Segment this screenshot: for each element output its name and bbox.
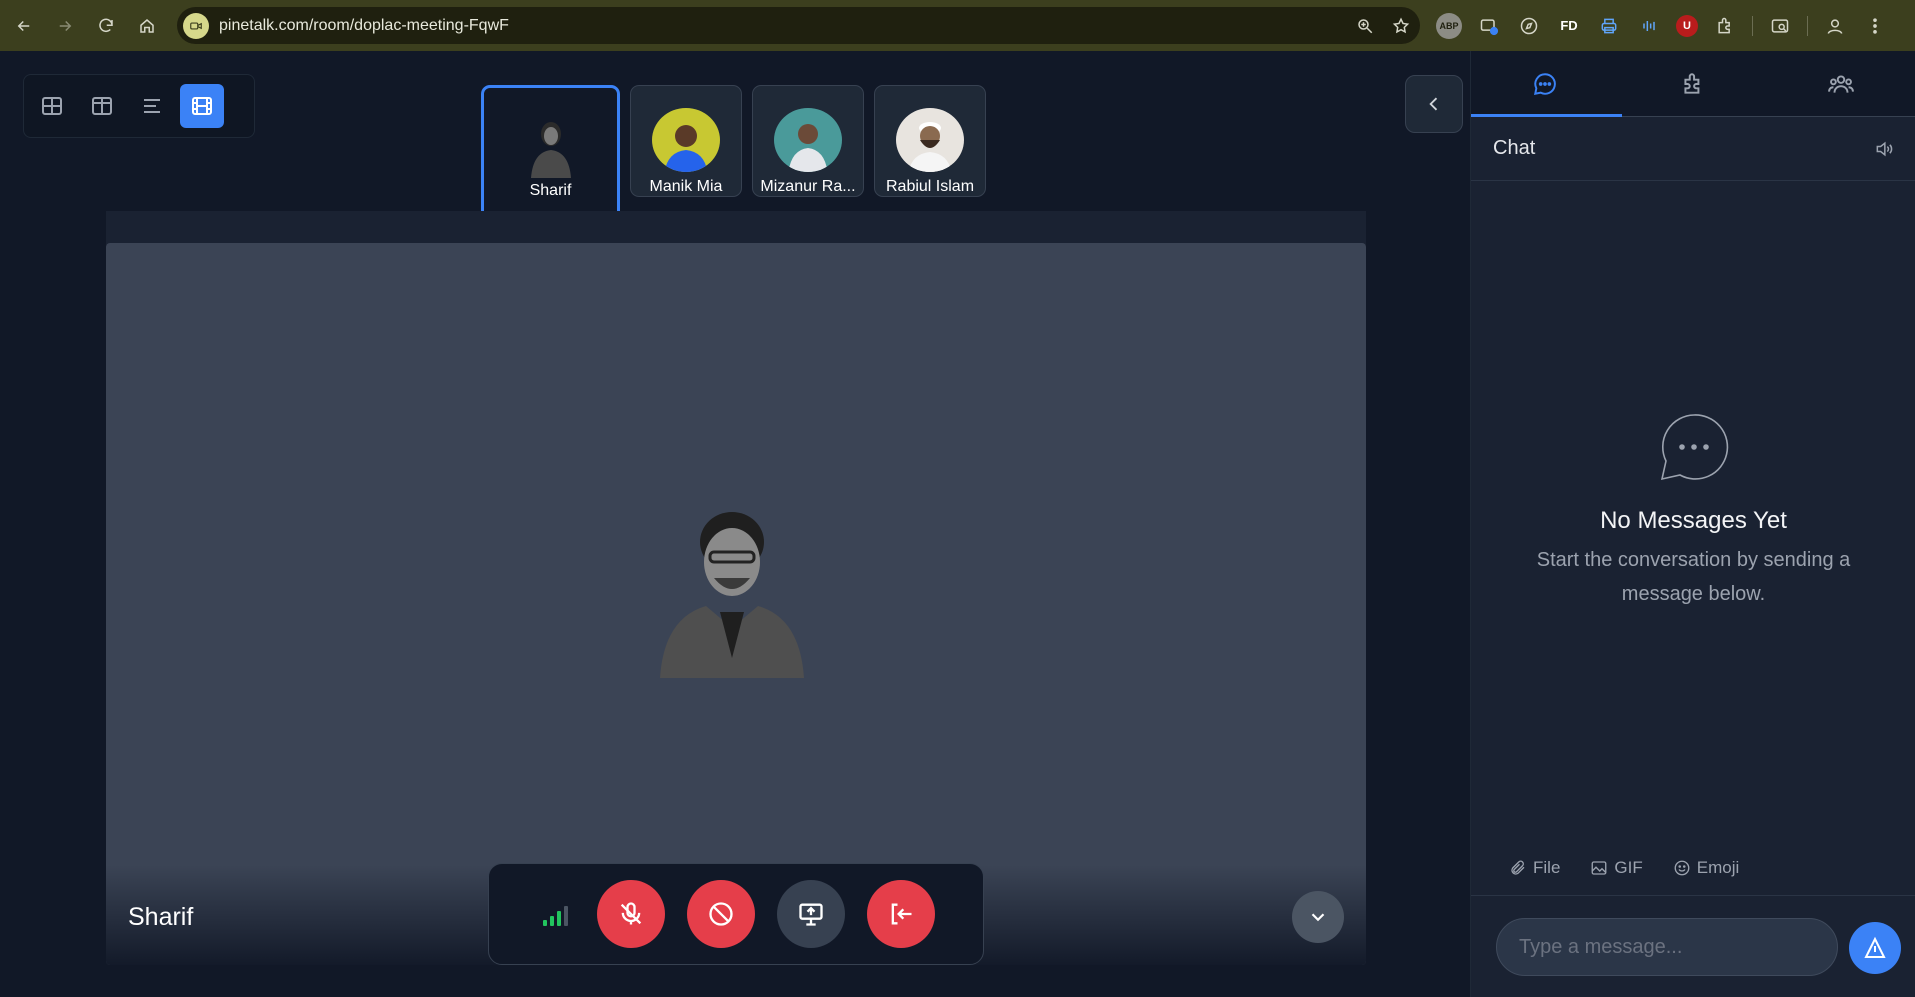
- participant-tile-manik[interactable]: Manik Mia: [630, 85, 742, 197]
- attach-file-label: File: [1533, 858, 1561, 877]
- empty-chat-title: No Messages Yet: [1600, 507, 1787, 534]
- stage-header-band: [106, 211, 1366, 245]
- screen-share-icon: [799, 903, 823, 926]
- people-icon: [1828, 74, 1854, 93]
- toolbar-divider: [1752, 15, 1753, 36]
- split-icon: [92, 97, 112, 115]
- profile-avatar-icon[interactable]: [1822, 13, 1848, 39]
- collapse-panel-button[interactable]: [1405, 75, 1463, 133]
- tab-people[interactable]: [1767, 51, 1915, 116]
- screen-share-button[interactable]: [777, 880, 845, 948]
- layout-switcher: [23, 74, 255, 138]
- participant-tile-mizanur[interactable]: Mizanur Ra...: [752, 85, 864, 197]
- more-options-button[interactable]: [1292, 891, 1344, 943]
- call-controls-bar: [488, 863, 984, 965]
- url-text: pinetalk.com/room/doplac-meeting-FqwF: [219, 16, 509, 34]
- meeting-area: Sharif Manik Mia Mizanur Ra... Rabiul Is…: [0, 51, 1470, 997]
- empty-chat-state: No Messages Yet Start the conversation b…: [1471, 409, 1915, 611]
- chat-title: Chat: [1493, 137, 1536, 159]
- grid-layout-button[interactable]: [30, 84, 74, 128]
- reload-button[interactable]: [86, 6, 126, 46]
- forward-button[interactable]: [45, 6, 85, 46]
- browser-toolbar: pinetalk.com/room/doplac-meeting-FqwF AB…: [0, 0, 1915, 51]
- spotlight-layout-button[interactable]: [180, 84, 224, 128]
- network-signal-icon: [535, 894, 575, 934]
- bookmark-star-icon[interactable]: [1392, 17, 1410, 35]
- speaker-name-label: Sharif: [128, 903, 194, 931]
- compass-extension-icon[interactable]: [1516, 13, 1542, 39]
- tab-search-icon[interactable]: [1767, 13, 1793, 39]
- more-menu-icon[interactable]: [1862, 13, 1888, 39]
- message-input[interactable]: [1496, 918, 1838, 976]
- attach-emoji-button[interactable]: Emoji: [1673, 858, 1740, 878]
- camera-toggle-button[interactable]: [687, 880, 755, 948]
- mic-off-icon: [620, 902, 642, 925]
- attach-gif-button[interactable]: GIF: [1590, 858, 1643, 878]
- list-icon: [144, 99, 160, 113]
- audio-extension-icon[interactable]: [1636, 13, 1662, 39]
- puzzle-extension-icon[interactable]: [1712, 13, 1738, 39]
- chat-bubble-icon: [1534, 72, 1556, 95]
- participant-name: Rabiul Islam: [885, 178, 975, 195]
- chevron-left-icon: [1429, 97, 1438, 111]
- avatar: [521, 118, 581, 178]
- fd-extension-icon[interactable]: FD: [1556, 13, 1582, 39]
- list-layout-button[interactable]: [130, 84, 174, 128]
- attachment-options: File GIF Emoji: [1509, 858, 1739, 878]
- side-panel: Chat No Messages Yet Start the conversat…: [1470, 51, 1915, 997]
- participant-name: Manik Mia: [649, 178, 723, 195]
- speaker-volume-icon[interactable]: [1874, 139, 1894, 159]
- send-message-button[interactable]: [1849, 922, 1901, 974]
- attach-emoji-label: Emoji: [1696, 858, 1740, 877]
- chevron-down-icon: [1311, 913, 1325, 922]
- reload-icon: [99, 18, 113, 32]
- participant-strip: Sharif Manik Mia Mizanur Ra... Rabiul Is…: [481, 85, 986, 224]
- participant-name: Mizanur Ra...: [760, 178, 856, 195]
- leave-call-button[interactable]: [867, 880, 935, 948]
- site-camera-icon: [183, 12, 209, 39]
- send-icon: [1864, 936, 1886, 958]
- paperclip-icon: [1511, 860, 1525, 875]
- tab-extensions[interactable]: [1619, 51, 1767, 116]
- speaker-avatar: [656, 508, 808, 678]
- grid-icon: [42, 97, 62, 115]
- film-icon: [192, 97, 212, 115]
- leave-icon: [891, 903, 912, 925]
- participant-tile-sharif[interactable]: Sharif: [481, 85, 620, 224]
- image-icon: [1591, 861, 1607, 875]
- home-button[interactable]: [127, 6, 167, 46]
- participant-tile-rabiul[interactable]: Rabiul Islam: [874, 85, 986, 197]
- block-icon: [709, 902, 733, 926]
- arrow-left-icon: [17, 20, 30, 31]
- chat-empty-icon: [1656, 409, 1732, 485]
- main-video-stage: Sharif: [106, 243, 1366, 965]
- participant-name: Sharif: [529, 182, 572, 199]
- address-bar[interactable]: pinetalk.com/room/doplac-meeting-FqwF: [177, 7, 1420, 44]
- printer-extension-icon[interactable]: [1596, 13, 1622, 39]
- puzzle-icon: [1684, 72, 1700, 94]
- avatar: [652, 108, 720, 172]
- side-panel-tabs: [1471, 51, 1915, 117]
- empty-chat-subtitle: Start the conversation by sending a mess…: [1536, 549, 1851, 605]
- attach-file-button[interactable]: File: [1509, 858, 1560, 878]
- message-composer: File GIF Emoji: [1471, 858, 1915, 997]
- avatar: [896, 108, 964, 172]
- ublock-extension-icon[interactable]: U: [1676, 14, 1698, 37]
- window-extension-icon[interactable]: [1476, 13, 1502, 39]
- zoom-icon[interactable]: [1356, 17, 1374, 35]
- adblock-extension-icon[interactable]: ABP: [1436, 12, 1462, 39]
- chat-header: Chat: [1471, 117, 1915, 181]
- split-layout-button[interactable]: [80, 84, 124, 128]
- arrow-right-icon: [59, 20, 72, 31]
- smile-icon: [1674, 860, 1690, 876]
- attach-gif-label: GIF: [1614, 858, 1643, 877]
- toolbar-divider: [1807, 15, 1808, 36]
- back-button[interactable]: [4, 6, 44, 46]
- chat-panel: Chat No Messages Yet Start the conversat…: [1471, 117, 1915, 895]
- avatar: [774, 108, 842, 172]
- home-icon: [140, 18, 154, 33]
- microphone-toggle-button[interactable]: [597, 880, 665, 948]
- tab-chat[interactable]: [1471, 51, 1619, 116]
